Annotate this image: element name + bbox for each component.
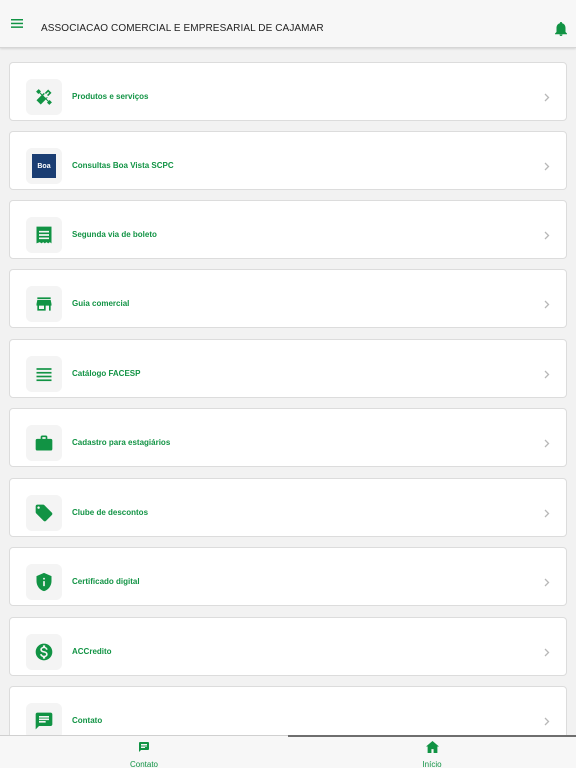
- hamburger-icon[interactable]: [8, 14, 26, 32]
- tab-label: Início: [422, 760, 442, 768]
- dollar-circle-icon: [26, 634, 62, 670]
- tab-label: Contato: [129, 760, 159, 768]
- menu-item-label: Segunda via de boleto: [72, 230, 157, 239]
- bell-icon[interactable]: [554, 21, 568, 37]
- shield-info-icon: [26, 564, 62, 600]
- chevron-right-icon: [543, 438, 551, 448]
- chevron-right-icon: [543, 577, 551, 587]
- tab-inicio[interactable]: Início: [288, 740, 576, 768]
- menu-item-label: Clube de descontos: [72, 508, 149, 517]
- chevron-right-icon: [543, 647, 551, 657]
- menu-item-descontos[interactable]: Clube de descontos: [9, 478, 567, 537]
- app-title: ASSOCIACAO COMERCIAL E EMPRESARIAL DE CA…: [41, 23, 324, 34]
- menu-item-guia[interactable]: Guia comercial: [9, 269, 567, 328]
- chevron-right-icon: [543, 92, 551, 102]
- active-tab-indicator: [288, 735, 576, 737]
- home-icon: [425, 740, 439, 758]
- menu-item-contato[interactable]: Contato: [9, 686, 567, 735]
- tab-contato[interactable]: Contato: [0, 740, 288, 768]
- menu-item-certificado[interactable]: Certificado digital: [9, 547, 567, 606]
- tools-icon: [26, 79, 62, 115]
- menu-item-label: Consultas Boa Vista SCPC: [72, 161, 174, 170]
- menu-list: Produtos e serviços Boa Consultas Boa Vi…: [0, 49, 576, 735]
- chevron-right-icon: [543, 716, 551, 726]
- bottom-tab-bar: Contato Início: [0, 735, 576, 768]
- boa-vista-logo: Boa: [26, 148, 62, 184]
- briefcase-icon: [26, 425, 62, 461]
- menu-item-label: Certificado digital: [72, 577, 140, 586]
- menu-item-catalogo[interactable]: Catálogo FACESP: [9, 339, 567, 398]
- menu-item-label: Guia comercial: [72, 299, 130, 308]
- menu-item-label: ACCredito: [72, 647, 112, 656]
- menu-item-estagiarios[interactable]: Cadastro para estagiários: [9, 408, 567, 467]
- menu-item-boleto[interactable]: Segunda via de boleto: [9, 200, 567, 259]
- boa-vista-logo-text: Boa: [32, 154, 56, 178]
- top-app-bar: ASSOCIACAO COMERCIAL E EMPRESARIAL DE CA…: [0, 0, 576, 48]
- store-icon: [26, 286, 62, 322]
- list-icon: [26, 356, 62, 392]
- tag-icon: [26, 495, 62, 531]
- chevron-right-icon: [543, 161, 551, 171]
- menu-item-label: Contato: [72, 716, 103, 725]
- menu-item-label: Catálogo FACESP: [72, 369, 141, 378]
- chevron-right-icon: [543, 299, 551, 309]
- menu-item-label: Cadastro para estagiários: [72, 438, 171, 447]
- menu-item-produtos[interactable]: Produtos e serviços: [9, 62, 567, 121]
- chevron-right-icon: [543, 508, 551, 518]
- chat-icon: [138, 740, 150, 758]
- menu-item-label: Produtos e serviços: [72, 92, 149, 101]
- chat-icon: [26, 703, 62, 735]
- menu-item-boa-vista[interactable]: Boa Consultas Boa Vista SCPC: [9, 131, 567, 190]
- receipt-icon: [26, 217, 62, 253]
- menu-item-accredito[interactable]: ACCredito: [9, 617, 567, 676]
- chevron-right-icon: [543, 230, 551, 240]
- chevron-right-icon: [543, 369, 551, 379]
